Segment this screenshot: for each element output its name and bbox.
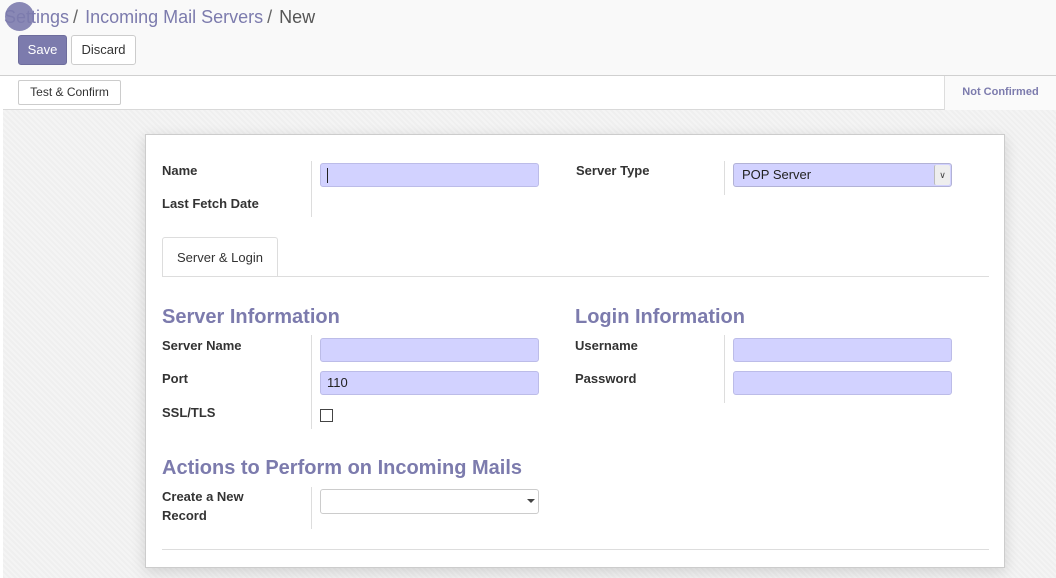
section-divider (162, 549, 989, 550)
mouse-cursor-indicator (5, 2, 34, 31)
chevron-down-icon[interactable]: ∨ (934, 165, 950, 185)
username-label: Username (575, 338, 638, 353)
field-divider (311, 487, 312, 529)
ssl-tls-label: SSL/TLS (162, 405, 216, 420)
create-record-select[interactable] (320, 489, 539, 514)
server-type-value: POP Server (742, 167, 812, 182)
create-record-label-line1: Create a New (162, 489, 244, 504)
field-divider (724, 161, 725, 195)
save-button[interactable]: Save (18, 35, 67, 65)
test-confirm-button[interactable]: Test & Confirm (18, 80, 121, 105)
ssl-tls-checkbox[interactable] (320, 409, 333, 422)
field-divider (311, 161, 312, 217)
password-label: Password (575, 371, 637, 386)
breadcrumb-incoming-mail-servers[interactable]: Incoming Mail Servers (85, 7, 263, 27)
discard-button[interactable]: Discard (71, 35, 136, 65)
field-divider (311, 335, 312, 429)
name-label: Name (162, 163, 198, 178)
tab-divider (162, 276, 989, 277)
form-statusbar: Test & Confirm Not Confirmed (3, 76, 1056, 110)
breadcrumb-separator: / (73, 7, 79, 27)
control-panel: Settings / Incoming Mail Servers / New Save … (0, 0, 1056, 76)
text-caret (327, 168, 328, 184)
port-input[interactable]: 110 (320, 371, 539, 395)
username-input[interactable] (733, 338, 952, 362)
server-name-label: Server Name (162, 338, 242, 353)
password-input[interactable] (733, 371, 952, 395)
caret-down-icon[interactable] (527, 499, 535, 503)
actions-title: Actions to Perform on Incoming Mails (162, 457, 523, 479)
form-sheet: Name Last Fetch Date Server Type POP Ser… (145, 134, 1005, 568)
breadcrumb: Settings / Incoming Mail Servers / New (4, 6, 315, 28)
server-type-select[interactable]: POP Server ∨ (733, 163, 952, 187)
status-not-confirmed[interactable]: Not Confirmed (944, 76, 1056, 110)
server-name-input[interactable] (320, 338, 539, 362)
name-input[interactable] (320, 163, 539, 187)
tab-server-login[interactable]: Server & Login (162, 237, 278, 277)
breadcrumb-current: New (279, 7, 316, 27)
breadcrumb-separator: / (267, 7, 273, 27)
create-record-label-line2: Record (162, 508, 207, 523)
server-type-label: Server Type (576, 163, 650, 178)
server-information-title: Server Information (162, 306, 340, 328)
field-divider (724, 335, 725, 403)
port-label: Port (162, 371, 188, 386)
last-fetch-date-label: Last Fetch Date (162, 196, 259, 211)
login-information-title: Login Information (575, 306, 745, 328)
